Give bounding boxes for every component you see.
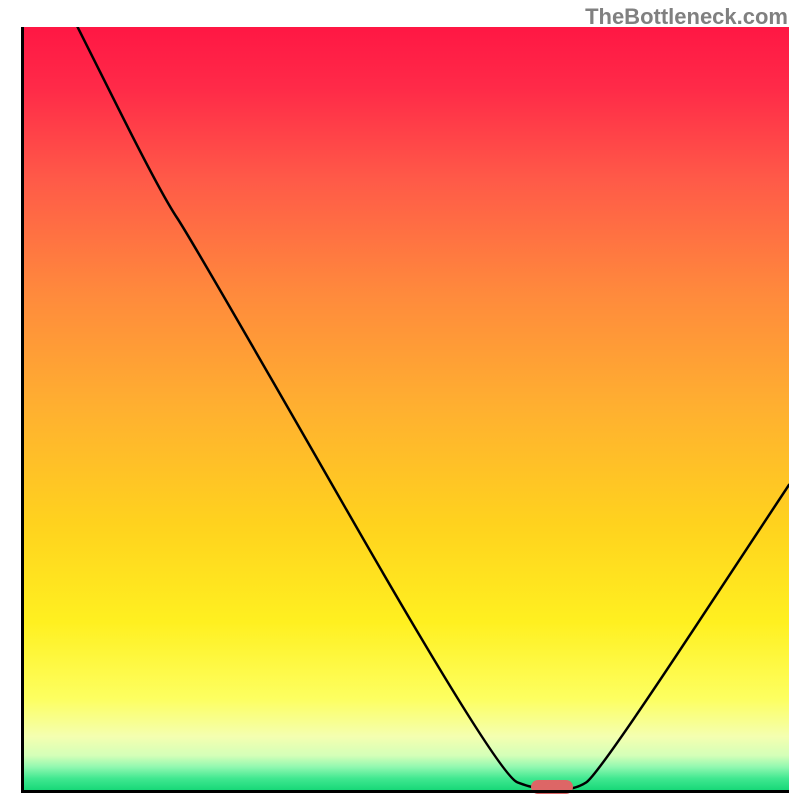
watermark-text: TheBottleneck.com [585,4,788,30]
chart-axes [21,27,789,793]
